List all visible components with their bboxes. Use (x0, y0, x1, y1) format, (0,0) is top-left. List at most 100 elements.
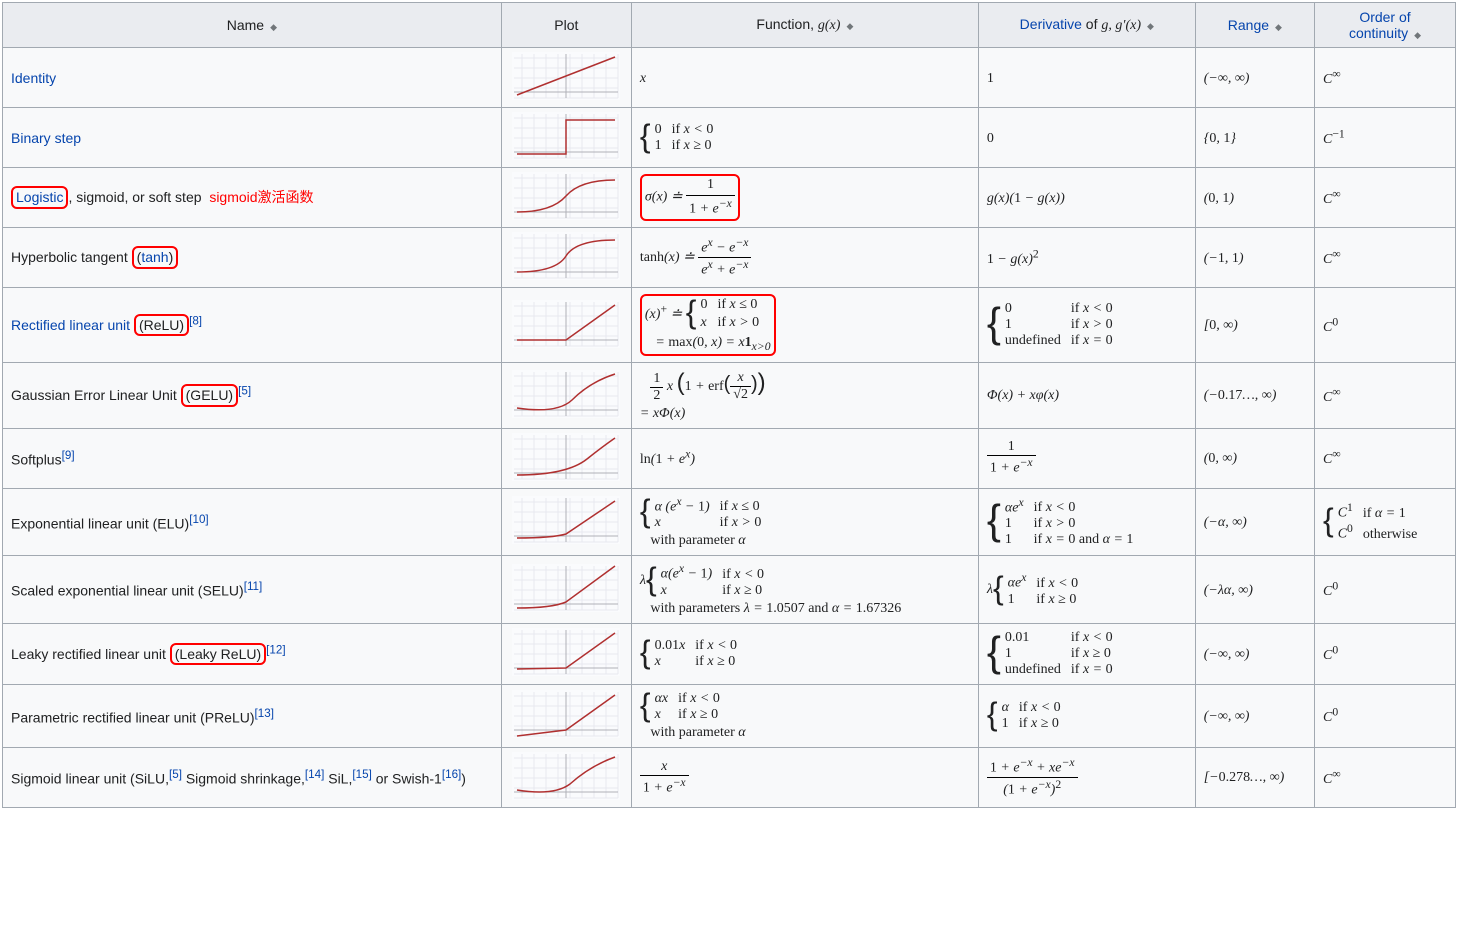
cell-plot (501, 556, 631, 624)
plot-thumbnail[interactable] (512, 496, 620, 544)
cell-range: {0, 1} (1195, 108, 1314, 168)
header-derivative[interactable]: Derivative of g, g′(x) (978, 3, 1195, 48)
table-row: Exponential linear unit (ELU)[10] {α (ex… (3, 488, 1456, 556)
table-row: Binary step {0if x < 01if x ≥ 0 0 {0, 1}… (3, 108, 1456, 168)
table-row: Identity x 1 (−∞, ∞) C∞ (3, 48, 1456, 108)
cell-function: λ{α(ex − 1)if x < 0xif x ≥ 0 with parame… (631, 556, 978, 624)
cell-range: (−1, 1) (1195, 228, 1314, 288)
cell-range: (−α, ∞) (1195, 488, 1314, 556)
cell-name: Gaussian Error Linear Unit (GELU)[5] (3, 363, 502, 428)
cell-continuity: C0 (1315, 684, 1456, 747)
header-name[interactable]: Name (3, 3, 502, 48)
cell-continuity: C∞ (1315, 747, 1456, 807)
header-continuity[interactable]: Order of continuity (1315, 3, 1456, 48)
cell-derivative: λ{αexif x < 01if x ≥ 0 (978, 556, 1195, 624)
cell-name: Hyperbolic tangent (tanh) (3, 228, 502, 288)
plot-thumbnail[interactable] (512, 370, 620, 418)
cell-derivative: 1 − g(x)2 (978, 228, 1195, 288)
cell-name: Identity (3, 48, 502, 108)
continuity-link[interactable]: Order of continuity (1349, 9, 1411, 41)
cell-name: Scaled exponential linear unit (SELU)[11… (3, 556, 502, 624)
cell-name: Rectified linear unit (ReLU)[8] (3, 288, 502, 363)
cell-plot (501, 168, 631, 228)
cell-derivative: {0.01if x < 01if x ≥ 0undefinedif x = 0 (978, 623, 1195, 684)
cell-function: tanh(x) ≐ ex − e−xex + e−x (631, 228, 978, 288)
cell-plot (501, 488, 631, 556)
cell-name: Binary step (3, 108, 502, 168)
cell-derivative: 1 + e−x + xe−x(1 + e−x)2 (978, 747, 1195, 807)
plot-thumbnail[interactable] (512, 172, 620, 220)
table-row: Gaussian Error Linear Unit (GELU)[5] 12 … (3, 363, 1456, 428)
cell-plot (501, 428, 631, 488)
cell-derivative: {αif x < 01if x ≥ 0 (978, 684, 1195, 747)
cell-plot (501, 48, 631, 108)
cell-continuity: C−1 (1315, 108, 1456, 168)
table-row: Leaky rectified linear unit (Leaky ReLU)… (3, 623, 1456, 684)
table-row: Softplus[9] ln(1 + ex) 11 + e−x (0, ∞) C… (3, 428, 1456, 488)
table-row: Parametric rectified linear unit (PReLU)… (3, 684, 1456, 747)
cell-range: (0, 1) (1195, 168, 1314, 228)
cell-range: [0, ∞) (1195, 288, 1314, 363)
cell-name: Leaky rectified linear unit (Leaky ReLU)… (3, 623, 502, 684)
cell-range: (−λα, ∞) (1195, 556, 1314, 624)
cell-function: x1 + e−x (631, 747, 978, 807)
plot-thumbnail[interactable] (512, 690, 620, 738)
cell-continuity: C∞ (1315, 363, 1456, 428)
cell-continuity: C0 (1315, 288, 1456, 363)
activation-functions-table: Name Plot Function, g(x) Derivative of g… (2, 2, 1456, 808)
cell-derivative: {αexif x < 01if x > 01if x = 0 and α = 1 (978, 488, 1195, 556)
cell-derivative: Φ(x) + xφ(x) (978, 363, 1195, 428)
cell-range: (−0.17…, ∞) (1195, 363, 1314, 428)
cell-continuity: {C1if α = 1C0otherwise (1315, 488, 1456, 556)
cell-plot (501, 108, 631, 168)
cell-range: [−0.278…, ∞) (1195, 747, 1314, 807)
plot-thumbnail[interactable] (512, 564, 620, 612)
table-row: Sigmoid linear unit (SiLU,[5] Sigmoid sh… (3, 747, 1456, 807)
plot-thumbnail[interactable] (512, 232, 620, 280)
cell-plot (501, 288, 631, 363)
cell-function: (x)+ ≐ {0if x ≤ 0xif x > 0 = max(0, x) =… (631, 288, 978, 363)
cell-derivative: g(x)(1 − g(x)) (978, 168, 1195, 228)
plot-thumbnail[interactable] (512, 112, 620, 160)
cell-name: Sigmoid linear unit (SiLU,[5] Sigmoid sh… (3, 747, 502, 807)
table-header-row: Name Plot Function, g(x) Derivative of g… (3, 3, 1456, 48)
plot-thumbnail[interactable] (512, 433, 620, 481)
header-plot: Plot (501, 3, 631, 48)
cell-name: Softplus[9] (3, 428, 502, 488)
cell-function: {0.01xif x < 0xif x ≥ 0 (631, 623, 978, 684)
cell-continuity: C∞ (1315, 48, 1456, 108)
cell-function: {α (ex − 1)if x ≤ 0xif x > 0 with parame… (631, 488, 978, 556)
cell-plot (501, 228, 631, 288)
table-row: Logistic, sigmoid, or soft step sigmoid激… (3, 168, 1456, 228)
cell-derivative: 11 + e−x (978, 428, 1195, 488)
plot-thumbnail[interactable] (512, 52, 620, 100)
cell-function: {0if x < 01if x ≥ 0 (631, 108, 978, 168)
cell-continuity: C∞ (1315, 428, 1456, 488)
cell-continuity: C0 (1315, 623, 1456, 684)
cell-plot (501, 684, 631, 747)
cell-function: σ(x) ≐ 11 + e−x (631, 168, 978, 228)
cell-range: (−∞, ∞) (1195, 623, 1314, 684)
cell-continuity: C0 (1315, 556, 1456, 624)
plot-thumbnail[interactable] (512, 752, 620, 800)
cell-derivative: {0if x < 01if x > 0undefinedif x = 0 (978, 288, 1195, 363)
cell-range: (−∞, ∞) (1195, 684, 1314, 747)
cell-plot (501, 747, 631, 807)
cell-plot (501, 363, 631, 428)
cell-plot (501, 623, 631, 684)
cell-derivative: 0 (978, 108, 1195, 168)
cell-function: ln(1 + ex) (631, 428, 978, 488)
cell-continuity: C∞ (1315, 168, 1456, 228)
cell-derivative: 1 (978, 48, 1195, 108)
table-row: Rectified linear unit (ReLU)[8] (x)+ ≐ {… (3, 288, 1456, 363)
cell-name: Parametric rectified linear unit (PReLU)… (3, 684, 502, 747)
cell-continuity: C∞ (1315, 228, 1456, 288)
plot-thumbnail[interactable] (512, 628, 620, 676)
header-function[interactable]: Function, g(x) (631, 3, 978, 48)
plot-thumbnail[interactable] (512, 300, 620, 348)
table-row: Hyperbolic tangent (tanh) tanh(x) ≐ ex −… (3, 228, 1456, 288)
range-link[interactable]: Range (1228, 17, 1269, 33)
cell-name: Logistic, sigmoid, or soft step sigmoid激… (3, 168, 502, 228)
derivative-link[interactable]: Derivative (1020, 16, 1082, 32)
header-range[interactable]: Range (1195, 3, 1314, 48)
